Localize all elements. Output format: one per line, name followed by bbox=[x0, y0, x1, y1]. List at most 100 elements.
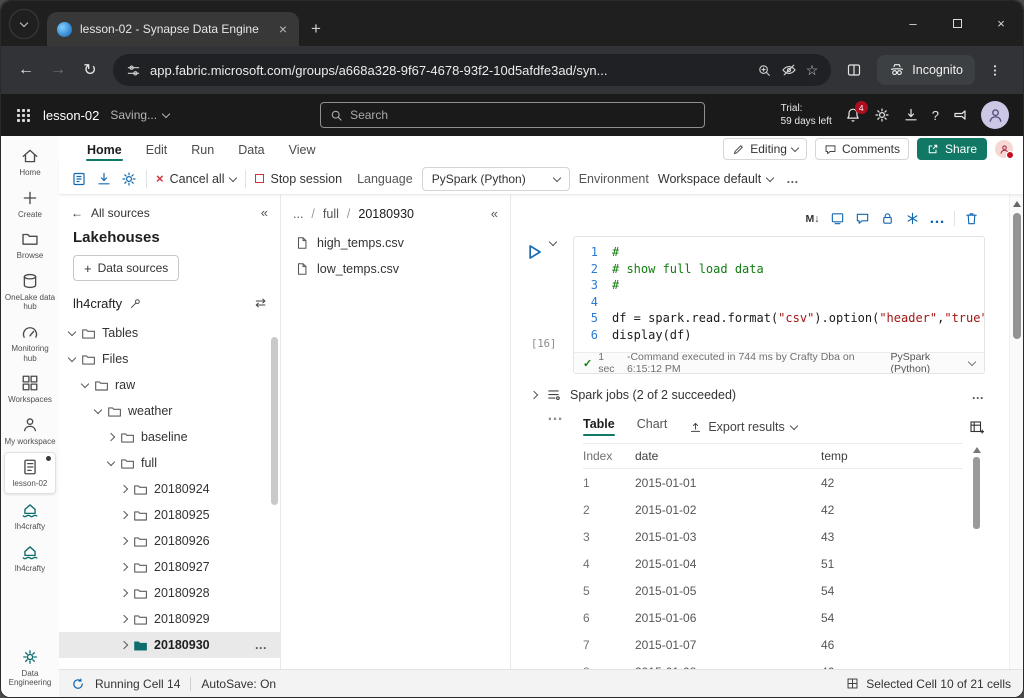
search-input[interactable]: Search bbox=[320, 102, 705, 128]
table-row[interactable]: 72015-01-0746 bbox=[583, 631, 963, 658]
chevron-right-icon[interactable] bbox=[120, 563, 128, 571]
notifications-bell-icon[interactable]: 4 bbox=[845, 107, 861, 123]
browser-tab[interactable]: lesson-02 - Synapse Data Engine × bbox=[47, 12, 299, 46]
code-line[interactable]: 3# bbox=[574, 277, 984, 294]
stop-session-button[interactable]: Stop session bbox=[255, 172, 342, 186]
item-name[interactable]: lesson-02 bbox=[43, 108, 99, 123]
share-button[interactable]: Share bbox=[917, 138, 987, 160]
chevron-down-icon[interactable] bbox=[107, 458, 115, 466]
chevron-down-icon[interactable] bbox=[94, 406, 102, 414]
back-arrow-icon[interactable]: ← bbox=[71, 206, 83, 220]
lakehouse-row[interactable]: lh4crafty ⇄ bbox=[59, 290, 280, 315]
delete-cell-icon[interactable] bbox=[960, 208, 983, 229]
tab-run[interactable]: Run bbox=[179, 140, 226, 163]
help-icon[interactable]: ? bbox=[932, 108, 939, 123]
minimize-button[interactable]: – bbox=[891, 1, 935, 46]
editing-mode-button[interactable]: Editing bbox=[723, 138, 807, 160]
rail-item-home[interactable]: Home bbox=[4, 142, 56, 182]
tree-item-weather[interactable]: weather bbox=[59, 398, 280, 424]
tree-item-tables[interactable]: Tables bbox=[59, 320, 280, 346]
edit-cell-icon[interactable] bbox=[826, 208, 849, 229]
freeze-cell-icon[interactable] bbox=[901, 208, 924, 229]
rail-item-lesson-02[interactable]: lesson-02 bbox=[4, 452, 56, 494]
comment-cell-icon[interactable] bbox=[851, 208, 874, 229]
tab-actions-button[interactable] bbox=[9, 9, 39, 39]
tab-data[interactable]: Data bbox=[226, 140, 276, 163]
toolbar-more-icon[interactable]: … bbox=[786, 172, 800, 186]
code-line[interactable]: 4 bbox=[574, 294, 984, 311]
eye-off-icon[interactable] bbox=[781, 62, 797, 78]
table-row[interactable]: 52015-01-0554 bbox=[583, 577, 963, 604]
file-item-low-temps-csv[interactable]: low_temps.csv bbox=[281, 256, 510, 282]
breadcrumb-more-icon[interactable]: ... bbox=[293, 207, 303, 221]
chevron-right-icon[interactable] bbox=[120, 485, 128, 493]
chevron-right-icon[interactable] bbox=[120, 615, 128, 623]
split-screen-icon[interactable] bbox=[839, 55, 869, 85]
markdown-icon[interactable]: M↓ bbox=[801, 208, 824, 229]
rail-item-workspaces[interactable]: Workspaces bbox=[4, 369, 56, 409]
refresh-button[interactable]: ↻ bbox=[75, 55, 105, 85]
code-line[interactable]: 5df = spark.read.format("csv").option("h… bbox=[574, 310, 984, 327]
export-results-button[interactable]: Export results bbox=[689, 420, 796, 434]
comments-button[interactable]: Comments bbox=[815, 138, 909, 160]
breadcrumb-current[interactable]: 20180930 bbox=[358, 207, 414, 221]
notebook-settings-icon[interactable] bbox=[121, 171, 137, 187]
tree-item-files[interactable]: Files bbox=[59, 346, 280, 372]
saving-status[interactable]: Saving... bbox=[110, 108, 169, 122]
tab-view[interactable]: View bbox=[277, 140, 328, 163]
rail-item-lh4crafty[interactable]: lh4crafty bbox=[4, 496, 56, 536]
rail-item-my-workspace[interactable]: My workspace bbox=[4, 411, 56, 451]
code-line[interactable]: 2# show full load data bbox=[574, 261, 984, 278]
download-notebook-icon[interactable] bbox=[96, 171, 112, 187]
tree-item-20180924[interactable]: 20180924 bbox=[59, 476, 280, 502]
results-tab-table[interactable]: Table bbox=[583, 417, 615, 437]
scroll-up-icon[interactable] bbox=[973, 447, 981, 453]
language-dropdown[interactable]: PySpark (Python) bbox=[422, 167, 570, 191]
tree-item-20180928[interactable]: 20180928 bbox=[59, 580, 280, 606]
account-avatar[interactable] bbox=[981, 101, 1009, 129]
run-options-chevron-icon[interactable] bbox=[549, 238, 557, 246]
table-scroll-thumb[interactable] bbox=[973, 457, 980, 529]
chevron-right-icon[interactable] bbox=[120, 589, 128, 597]
table-settings-icon[interactable] bbox=[969, 419, 985, 435]
tree-item-20180927[interactable]: 20180927 bbox=[59, 554, 280, 580]
spark-jobs-more-icon[interactable]: … bbox=[972, 388, 986, 402]
collapse-panel-icon[interactable]: « bbox=[261, 205, 268, 220]
notebook-scrollbar[interactable] bbox=[1009, 195, 1023, 669]
spark-jobs-row[interactable]: Spark jobs (2 of 2 succeeded) … bbox=[511, 374, 1023, 407]
maximize-button[interactable] bbox=[935, 1, 979, 46]
chevron-right-icon[interactable] bbox=[120, 511, 128, 519]
pin-icon[interactable] bbox=[129, 297, 142, 310]
table-row[interactable]: 32015-01-0343 bbox=[583, 523, 963, 550]
kernel-selector[interactable]: PySpark (Python) bbox=[890, 351, 975, 374]
explorer-scrollbar[interactable] bbox=[271, 337, 278, 505]
site-settings-icon[interactable] bbox=[126, 63, 141, 78]
tree-item-20180930[interactable]: 20180930… bbox=[59, 632, 280, 658]
url-bar[interactable]: app.fabric.microsoft.com/groups/a668a328… bbox=[113, 54, 831, 86]
settings-gear-icon[interactable] bbox=[874, 107, 890, 123]
new-tab-button[interactable]: + bbox=[299, 12, 333, 46]
rail-item-onelake-data-hub[interactable]: OneLake data hub bbox=[4, 267, 56, 316]
tab-close-icon[interactable]: × bbox=[277, 21, 289, 37]
notebook-scroll-thumb[interactable] bbox=[1013, 213, 1021, 339]
file-item-high-temps-csv[interactable]: high_temps.csv bbox=[281, 230, 510, 256]
environment-dropdown[interactable]: Workspace default bbox=[658, 172, 773, 186]
favorite-star-icon[interactable]: ☆ bbox=[806, 62, 819, 79]
breadcrumb-folder[interactable]: full bbox=[323, 207, 339, 221]
table-row[interactable]: 62015-01-0654 bbox=[583, 604, 963, 631]
zoom-icon[interactable] bbox=[757, 63, 772, 78]
app-launcher-icon[interactable] bbox=[15, 107, 32, 124]
autosave-label[interactable]: AutoSave: On bbox=[201, 677, 276, 691]
rail-item-data-engineering[interactable]: Data Engineering bbox=[4, 643, 56, 692]
tree-item-20180926[interactable]: 20180926 bbox=[59, 528, 280, 554]
tree-item-full[interactable]: full bbox=[59, 450, 280, 476]
expand-chevron-icon[interactable] bbox=[530, 390, 538, 398]
rail-item-create[interactable]: Create bbox=[4, 184, 56, 224]
export-notebook-icon[interactable] bbox=[71, 171, 87, 187]
chevron-down-icon[interactable] bbox=[68, 328, 76, 336]
rail-item-browse[interactable]: Browse bbox=[4, 225, 56, 265]
code-editor[interactable]: 1#2# show full load data3#45df = spark.r… bbox=[574, 237, 984, 352]
tree-item-baseline[interactable]: baseline bbox=[59, 424, 280, 450]
feedback-icon[interactable] bbox=[952, 107, 968, 123]
chevron-right-icon[interactable] bbox=[120, 537, 128, 545]
